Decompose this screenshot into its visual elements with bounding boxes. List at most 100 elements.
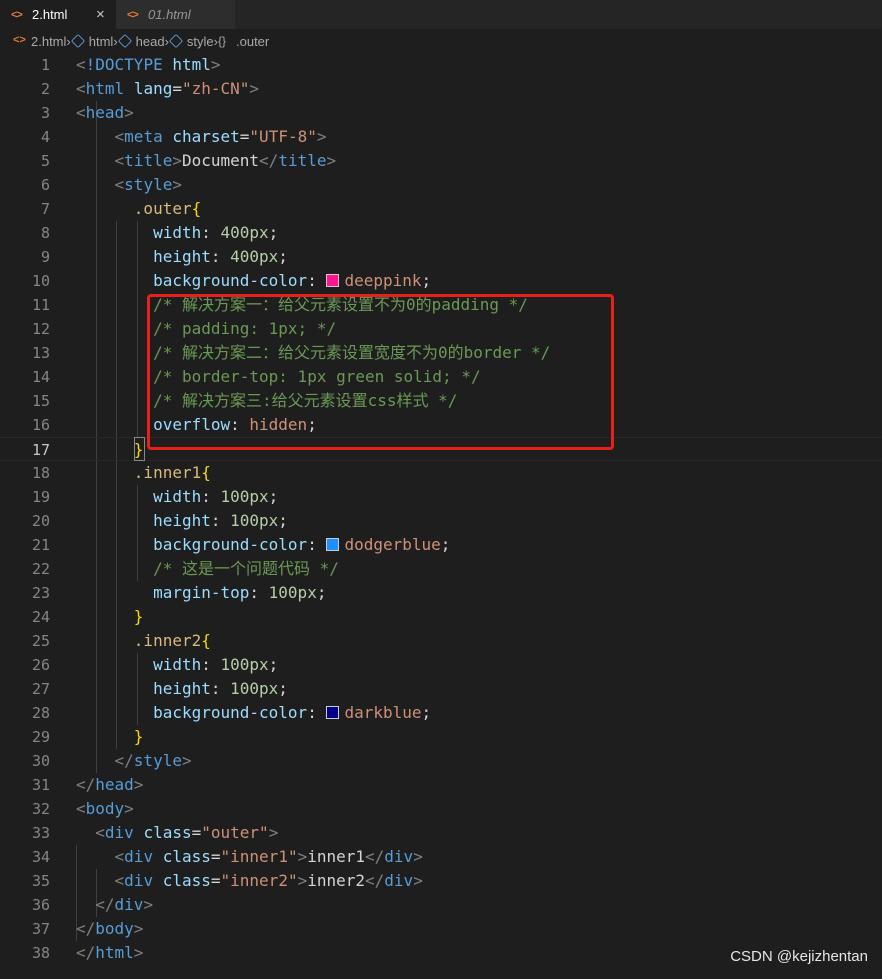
breadcrumb-label: .outer bbox=[236, 33, 270, 49]
code-token: < bbox=[114, 127, 125, 146]
code-line[interactable]: 9 height: 400px; bbox=[0, 245, 882, 269]
line-number: 21 bbox=[31, 536, 50, 554]
code-token: class bbox=[162, 871, 211, 890]
code-text: <html lang="zh-CN"> bbox=[76, 77, 259, 101]
code-line[interactable]: 25 .inner2{ bbox=[0, 629, 882, 653]
code-line[interactable]: 2 <html lang="zh-CN"> bbox=[0, 77, 882, 101]
code-line[interactable]: 20 height: 100px; bbox=[0, 509, 882, 533]
code-line[interactable]: 8 width: 400px; bbox=[0, 221, 882, 245]
code-text: <!DOCTYPE html> bbox=[76, 53, 221, 77]
breadcrumb-item-style[interactable]: style bbox=[168, 34, 214, 49]
code-token: "inner2" bbox=[220, 871, 298, 890]
code-token: < bbox=[76, 79, 86, 98]
breadcrumb-item-head[interactable]: head bbox=[117, 34, 165, 49]
element-icon bbox=[168, 34, 183, 48]
code-token: "UTF-8" bbox=[249, 127, 317, 146]
code-line[interactable]: 10 background-color: deeppink; bbox=[0, 269, 882, 293]
code-line[interactable]: 29 } bbox=[0, 725, 882, 749]
code-text: height: 100px; bbox=[76, 677, 288, 701]
code-line[interactable]: 6 <style> bbox=[0, 173, 882, 197]
code-text: background-color: deeppink; bbox=[76, 269, 431, 293]
code-line[interactable]: 1 <!DOCTYPE html> bbox=[0, 53, 882, 77]
code-line[interactable]: 33 <div class="outer"> bbox=[0, 821, 882, 845]
code-token: : bbox=[201, 487, 221, 506]
code-line[interactable]: 34 <div class="inner1">inner1</div> bbox=[0, 845, 882, 869]
breadcrumb-item-html[interactable]: html bbox=[70, 34, 113, 49]
code-token: = bbox=[172, 79, 182, 98]
code-token: 400px bbox=[220, 223, 269, 242]
code-token: </ bbox=[259, 151, 279, 170]
color-swatch[interactable] bbox=[326, 274, 340, 287]
close-icon[interactable]: × bbox=[96, 6, 105, 23]
code-token: div bbox=[124, 847, 163, 866]
code-token: > bbox=[181, 751, 192, 770]
code-token: { bbox=[191, 199, 202, 218]
code-token: ; bbox=[268, 487, 279, 506]
line-number: 32 bbox=[31, 800, 50, 818]
element-icon bbox=[117, 34, 132, 48]
tab-2-html[interactable]: <> 2.html × bbox=[0, 0, 116, 29]
code-token: height bbox=[153, 247, 211, 266]
code-line[interactable]: 21 background-color: dodgerblue; bbox=[0, 533, 882, 557]
color-swatch[interactable] bbox=[326, 706, 340, 719]
code-token: ; bbox=[268, 223, 279, 242]
code-token: > bbox=[133, 775, 144, 794]
code-line[interactable]: 31 </head> bbox=[0, 773, 882, 797]
code-line[interactable]: 24 } bbox=[0, 605, 882, 629]
code-line[interactable]: 5 <title>Document</title> bbox=[0, 149, 882, 173]
code-line[interactable]: 18 .inner1{ bbox=[0, 461, 882, 485]
code-text: </style> bbox=[76, 749, 192, 773]
code-token: .outer bbox=[133, 199, 192, 218]
code-token: </ bbox=[365, 871, 385, 890]
code-token: charset bbox=[172, 127, 240, 146]
code-line[interactable]: 36 </div> bbox=[0, 893, 882, 917]
code-token: background-color bbox=[153, 271, 308, 290]
line-number: 17 bbox=[31, 441, 50, 459]
code-token: width bbox=[153, 487, 202, 506]
code-editor[interactable]: 1 <!DOCTYPE html> 2 <html lang="zh-CN"> 3 <he… bbox=[0, 53, 882, 979]
line-number: 11 bbox=[31, 296, 50, 314]
code-token: < bbox=[114, 175, 125, 194]
code-line[interactable]: 19 width: 100px; bbox=[0, 485, 882, 509]
line-number: 10 bbox=[31, 272, 50, 290]
code-line[interactable]: 7 .outer{ bbox=[0, 197, 882, 221]
code-line[interactable]: 3 <head> bbox=[0, 101, 882, 125]
code-text: .outer{ bbox=[76, 197, 201, 221]
code-token: class bbox=[143, 823, 192, 842]
code-line[interactable]: 35 <div class="inner2">inner2</div> bbox=[0, 869, 882, 893]
element-icon bbox=[70, 34, 85, 48]
breadcrumb-item-outer[interactable]: {} .outer bbox=[218, 34, 269, 49]
tab-01-html[interactable]: <> 01.html bbox=[116, 0, 236, 29]
code-line[interactable]: 30 </style> bbox=[0, 749, 882, 773]
breadcrumb-item-file[interactable]: <> 2.html bbox=[13, 34, 66, 49]
code-token: ; bbox=[421, 703, 432, 722]
code-token: height bbox=[153, 679, 211, 698]
code-line[interactable]: 22 /* 这是一个问题代码 */ bbox=[0, 557, 882, 581]
html-file-icon: <> bbox=[127, 8, 139, 21]
line-number: 5 bbox=[40, 152, 50, 170]
code-text: </head> bbox=[76, 773, 143, 797]
color-swatch[interactable] bbox=[326, 538, 340, 551]
annotation-highlight-box bbox=[147, 294, 614, 450]
code-line[interactable]: 28 background-color: darkblue; bbox=[0, 701, 882, 725]
line-number: 35 bbox=[31, 872, 50, 890]
code-line[interactable]: 26 width: 100px; bbox=[0, 653, 882, 677]
code-token: 100px bbox=[230, 679, 279, 698]
code-line[interactable]: 4 <meta charset="UTF-8"> bbox=[0, 125, 882, 149]
code-line[interactable]: 27 height: 100px; bbox=[0, 677, 882, 701]
code-token: 100px bbox=[220, 487, 269, 506]
code-line[interactable]: 32 <body> bbox=[0, 797, 882, 821]
code-line[interactable]: 23 margin-top: 100px; bbox=[0, 581, 882, 605]
code-line[interactable]: 37 </body> bbox=[0, 917, 882, 941]
